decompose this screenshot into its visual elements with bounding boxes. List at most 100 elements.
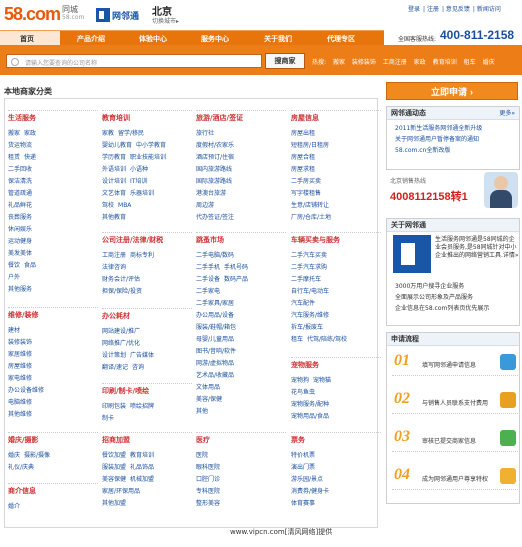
- category-link[interactable]: 摄影/摄像: [24, 452, 50, 459]
- nav-service[interactable]: 服务中心: [201, 34, 229, 44]
- category-link[interactable]: 装修装饰: [8, 339, 32, 346]
- category-link[interactable]: 婴幼儿教育: [102, 142, 132, 149]
- category-link[interactable]: 口腔门诊: [196, 476, 220, 483]
- category-link[interactable]: 电脑维修: [8, 399, 32, 406]
- category-link[interactable]: 消费券/健身卡: [291, 488, 329, 495]
- nav-experience[interactable]: 体验中心: [139, 34, 167, 44]
- category-link[interactable]: 美发美体: [8, 250, 32, 257]
- category-link[interactable]: 房屋出租: [291, 130, 315, 137]
- category-link[interactable]: 办公用品/设备: [196, 312, 234, 319]
- category-title[interactable]: 票务: [291, 432, 381, 445]
- category-link[interactable]: 其他: [196, 408, 208, 415]
- category-link[interactable]: 驾校: [102, 202, 114, 209]
- category-link[interactable]: 二手手机: [196, 264, 220, 271]
- category-link[interactable]: 咨询: [132, 364, 144, 371]
- category-link[interactable]: 游乐园/景点: [291, 476, 323, 483]
- category-link[interactable]: 休闲娱乐: [8, 226, 32, 233]
- category-link[interactable]: 拆车/报废车: [291, 324, 323, 331]
- category-link[interactable]: 教育培训: [130, 452, 154, 459]
- category-link[interactable]: 广告媒体: [130, 352, 154, 359]
- category-link[interactable]: 婚介: [8, 503, 20, 510]
- category-link[interactable]: 喷绘招牌: [130, 403, 154, 410]
- category-link[interactable]: 二手家电: [196, 288, 220, 295]
- news-item[interactable]: 2011新生活服务网邻通全新升级: [395, 123, 515, 134]
- category-title[interactable]: 生活服务: [8, 110, 98, 123]
- category-link[interactable]: 保洁清洗: [8, 178, 32, 185]
- category-link[interactable]: 眼科医院: [196, 464, 220, 471]
- category-link[interactable]: 家居维修: [8, 351, 32, 358]
- category-link[interactable]: 服装加盟: [102, 464, 126, 471]
- apply-button[interactable]: 立即申请 ›: [386, 82, 518, 100]
- nav-home[interactable]: 首页: [0, 31, 60, 46]
- category-link[interactable]: 网站建设/推广: [102, 328, 140, 335]
- hot-term[interactable]: 装修装饰: [352, 59, 376, 66]
- category-link[interactable]: 房屋维修: [8, 363, 32, 370]
- news-item[interactable]: 58.com.cn全新改版: [395, 145, 515, 156]
- category-link[interactable]: 管道疏通: [8, 190, 32, 197]
- category-link[interactable]: 家政: [24, 130, 36, 137]
- category-link[interactable]: 短租房/日租房: [291, 142, 329, 149]
- category-link[interactable]: 建材: [8, 327, 20, 334]
- category-link[interactable]: 汽车配件: [291, 300, 315, 307]
- category-title[interactable]: 宠物服务: [291, 357, 381, 370]
- category-link[interactable]: 医院: [196, 452, 208, 459]
- category-title[interactable]: 车辆买卖与服务: [291, 232, 381, 245]
- category-title[interactable]: 旅游/酒店/签证: [196, 110, 286, 123]
- category-link[interactable]: 美容保健: [102, 476, 126, 483]
- category-link[interactable]: 设计培训: [102, 178, 126, 185]
- hot-term[interactable]: 家政: [414, 59, 426, 66]
- category-link[interactable]: MBA: [118, 202, 131, 209]
- category-link[interactable]: 周边游: [196, 202, 214, 209]
- category-link[interactable]: 图书/音响/软件: [196, 348, 236, 355]
- category-link[interactable]: 餐饮加盟: [102, 452, 126, 459]
- category-link[interactable]: 代驾/陪练/驾校: [307, 336, 347, 343]
- category-link[interactable]: 家电维修: [8, 375, 32, 382]
- hot-term[interactable]: 搬家: [333, 59, 345, 66]
- category-link[interactable]: 其他加盟: [102, 500, 126, 507]
- category-link[interactable]: 职业技能培训: [130, 154, 166, 161]
- search-input[interactable]: 请输入您要查询的公司名称: [6, 54, 262, 68]
- category-link[interactable]: 礼仪/庆典: [8, 464, 34, 471]
- category-link[interactable]: 其他维修: [8, 411, 32, 418]
- nav-agent[interactable]: 代理专区: [327, 34, 355, 44]
- category-link[interactable]: 二手设备: [196, 276, 220, 283]
- category-link[interactable]: 家教: [102, 130, 114, 137]
- category-link[interactable]: 整形美容: [196, 500, 220, 507]
- category-link[interactable]: 其他教育: [102, 214, 126, 221]
- category-link[interactable]: 演出门票: [291, 464, 315, 471]
- category-link[interactable]: 国际旅游路线: [196, 178, 232, 185]
- category-link[interactable]: 房屋求租: [291, 166, 315, 173]
- category-link[interactable]: 二手汽车买卖: [291, 252, 327, 259]
- nav-product[interactable]: 产品介绍: [77, 34, 105, 44]
- category-link[interactable]: 二手回收: [8, 166, 32, 173]
- category-link[interactable]: IT培训: [130, 178, 147, 185]
- category-title[interactable]: 招商加盟: [102, 432, 192, 445]
- category-title[interactable]: 公司注册/法律/财税: [102, 232, 192, 245]
- category-title[interactable]: 办公耗材: [102, 308, 192, 321]
- hot-term[interactable]: 工商注册: [383, 59, 407, 66]
- category-link[interactable]: 留学/移民: [118, 130, 144, 137]
- category-link[interactable]: 专科医院: [196, 488, 220, 495]
- category-link[interactable]: 宠物狗: [291, 377, 309, 384]
- category-link[interactable]: 二手家具/家居: [196, 300, 234, 307]
- category-link[interactable]: 学历教育: [102, 154, 126, 161]
- register-link[interactable]: 注册: [427, 6, 439, 13]
- category-title[interactable]: 维修/装修: [8, 307, 98, 320]
- category-link[interactable]: 租赁: [8, 154, 20, 161]
- category-link[interactable]: 婚庆: [8, 452, 20, 459]
- category-link[interactable]: 其他服务: [8, 286, 32, 293]
- category-link[interactable]: 港澳台旅游: [196, 190, 226, 197]
- category-link[interactable]: 搬家: [8, 130, 20, 137]
- category-link[interactable]: 货运物流: [8, 142, 32, 149]
- category-link[interactable]: 设计策划: [102, 352, 126, 359]
- category-link[interactable]: 宠物用品/食品: [291, 413, 329, 420]
- category-link[interactable]: 法律咨询: [102, 264, 126, 271]
- category-link[interactable]: 母婴/儿童用品: [196, 336, 234, 343]
- category-link[interactable]: 房屋合租: [291, 154, 315, 161]
- category-title[interactable]: 跳蚤市场: [196, 232, 286, 245]
- category-link[interactable]: 礼品饰品: [130, 464, 154, 471]
- category-link[interactable]: 担保/保险/投资: [102, 288, 142, 295]
- category-link[interactable]: 酒店预订/住宿: [196, 154, 234, 161]
- category-link[interactable]: 数码产品: [224, 276, 248, 283]
- category-link[interactable]: 体育赛事: [291, 500, 315, 507]
